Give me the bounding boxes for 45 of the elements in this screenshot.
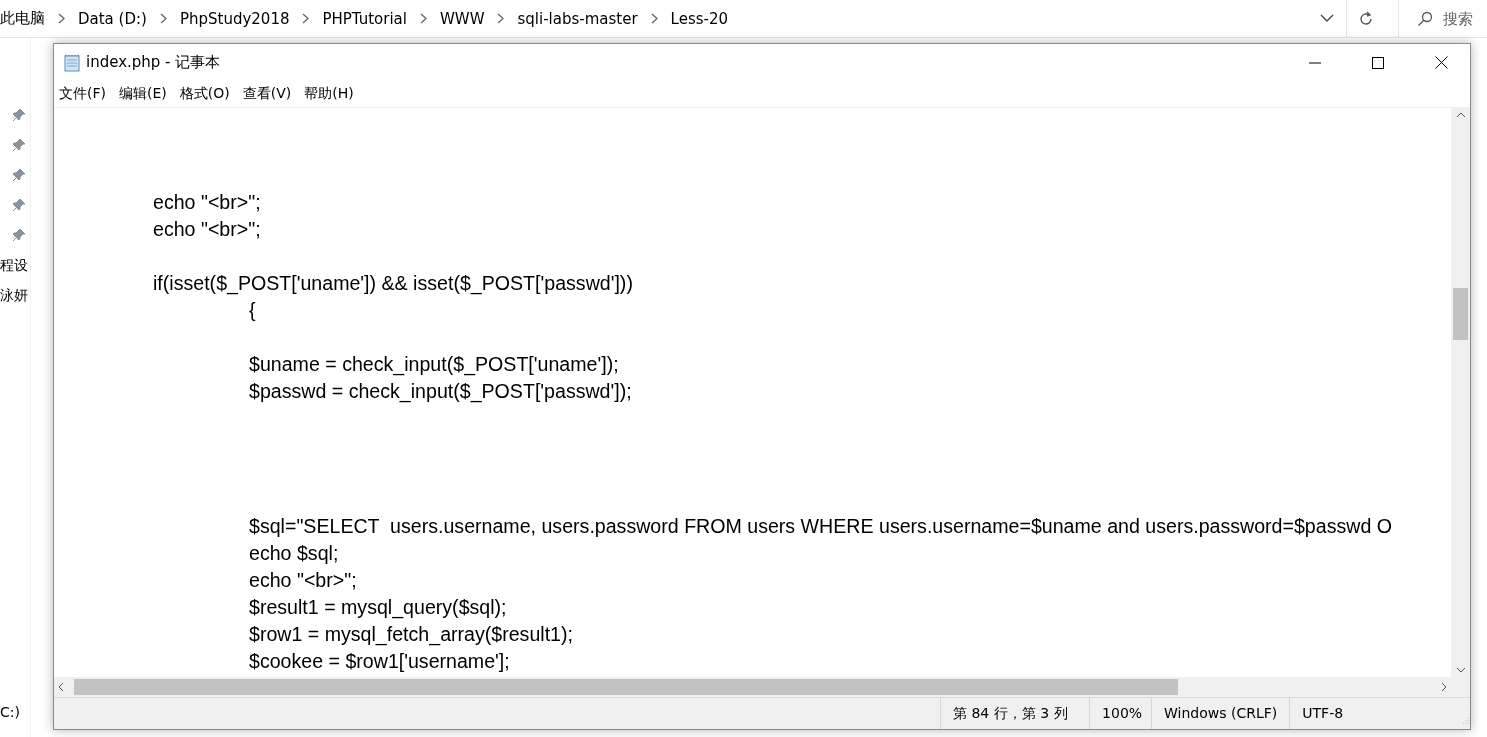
chevron-right-icon — [650, 13, 658, 24]
scrollbar-thumb[interactable] — [74, 679, 1178, 695]
window-title: index.php - 记事本 — [86, 53, 222, 72]
chevron-right-icon — [497, 13, 505, 24]
breadcrumb[interactable]: 此电脑 — [0, 9, 45, 28]
search-icon — [1417, 10, 1433, 27]
pin-icon[interactable] — [12, 228, 26, 242]
vertical-scrollbar[interactable] — [1451, 108, 1470, 677]
scroll-right-icon[interactable] — [1441, 682, 1447, 692]
scroll-down-icon[interactable] — [1455, 667, 1466, 673]
scroll-up-icon[interactable] — [1455, 112, 1466, 118]
code-text[interactable]: echo "<br>"; echo "<br>"; if(isset($_POST['uname']) && isset($_POST['passwd'])) { $uname = check_input($_POST['uname']); $passwd = check_input($_POST['passwd']); $sql="SELECT users.username, users.password FROM users WHERE users.username=$uname and users.password=$passwd O echo $sql; echo "<br>"; $result1 = mysql_query($sql); $row1 = mysql_fetch_array($result1); $cookee = $row1['username']; — [54, 108, 1451, 675]
menu-item[interactable]: 格式(O) — [179, 85, 230, 103]
maximize-icon — [1372, 56, 1384, 69]
breadcrumb[interactable]: PhpStudy2018 — [179, 9, 290, 28]
menu-item[interactable]: 编辑(E) — [119, 85, 167, 103]
pin-icon[interactable] — [12, 138, 26, 152]
nav-item[interactable]: 程设 — [0, 250, 28, 280]
pin-icon[interactable] — [12, 108, 26, 122]
menu-item[interactable]: 文件(F) — [59, 85, 106, 103]
notepad-icon — [63, 53, 81, 72]
breadcrumb[interactable]: Less-20 — [670, 9, 729, 28]
nav-item[interactable]: C:) — [0, 697, 20, 727]
chevron-right-icon — [420, 13, 427, 24]
status-text: UTF-8 — [1289, 698, 1460, 729]
status-text: 第 84 行，第 3 列 — [940, 698, 1090, 729]
chevron-right-icon — [58, 13, 65, 24]
scrollbar-thumb[interactable] — [1453, 288, 1468, 340]
nav-item[interactable]: 泳妍 — [0, 280, 28, 310]
minimize-icon — [1309, 61, 1321, 64]
pin-icon[interactable] — [12, 168, 26, 182]
close-icon — [1434, 56, 1448, 69]
horizontal-scrollbar[interactable] — [54, 677, 1451, 697]
chevron-right-icon — [159, 13, 167, 24]
menu-item[interactable]: 查看(V) — [242, 85, 292, 103]
breadcrumb[interactable]: sqli-labs-master — [517, 9, 638, 28]
chevron-right-icon — [302, 13, 310, 24]
scroll-left-icon[interactable] — [58, 682, 64, 692]
pin-icon[interactable] — [12, 198, 26, 212]
breadcrumb[interactable]: WWW — [440, 9, 485, 28]
status-text: Windows (CRLF) — [1151, 698, 1290, 729]
breadcrumb[interactable]: Data (D:) — [78, 9, 147, 28]
breadcrumb[interactable]: PHPTutorial — [322, 9, 407, 28]
menu-item[interactable]: 帮助(H) — [304, 85, 354, 103]
status-text: 100% — [1089, 698, 1152, 729]
